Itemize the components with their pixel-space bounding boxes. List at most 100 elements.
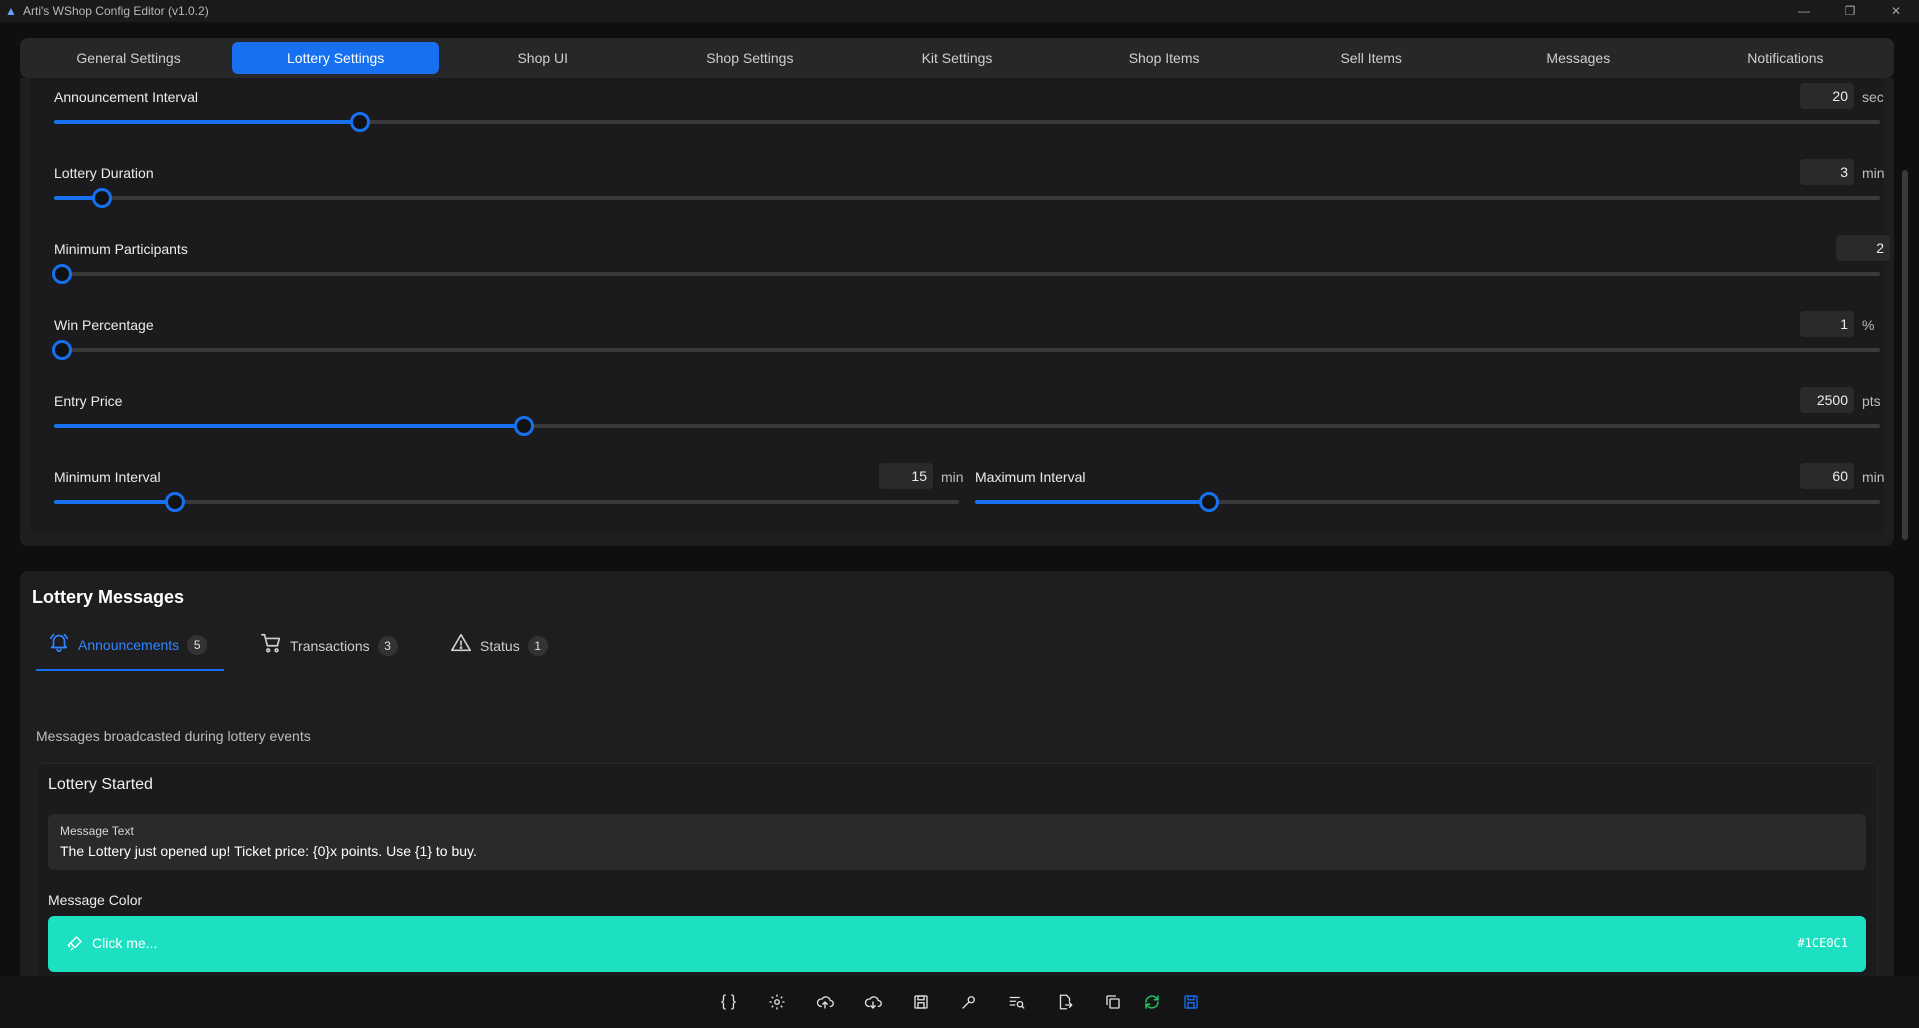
win-percentage-unit: % [1862, 317, 1875, 333]
save-button[interactable] [1167, 984, 1215, 1020]
entry-price-input[interactable]: 2500 [1800, 387, 1854, 413]
upload-cloud-icon [816, 996, 834, 1009]
minimum-interval-unit: min [941, 469, 964, 485]
win-percentage-input[interactable]: 1 [1800, 311, 1854, 337]
entry-price-thumb[interactable] [513, 416, 534, 436]
announcements-count-badge: 5 [187, 635, 208, 655]
lottery-duration-unit: min [1862, 165, 1885, 181]
color-picker-label: Click me... [92, 935, 158, 951]
bell-icon [48, 631, 70, 659]
window-controls: — ❐ ✕ [1781, 0, 1919, 22]
restore-button[interactable]: ❐ [1827, 0, 1873, 22]
tab-messages[interactable]: Messages [1475, 42, 1682, 74]
subtab-announcements[interactable]: Announcements 5 [36, 621, 224, 671]
announcement-interval-input[interactable]: 20 [1800, 83, 1854, 109]
minimum-interval-fill [54, 500, 168, 504]
maximum-interval-label: Maximum Interval [975, 469, 1086, 485]
main-tab-bar: General Settings Lottery Settings Shop U… [20, 38, 1894, 78]
lottery-duration-track[interactable] [54, 188, 1880, 208]
download-cloud-icon [864, 996, 882, 1009]
entry-price-label: Entry Price [54, 393, 123, 409]
brush-icon [66, 934, 84, 957]
export-file-button[interactable] [1041, 984, 1089, 1020]
minimum-participants-input[interactable]: 2 [1836, 235, 1890, 261]
minimum-interval-label: Minimum Interval [54, 469, 161, 485]
window-title: Arti's WShop Config Editor (v1.0.2) [23, 4, 209, 18]
export-file-icon [1059, 994, 1073, 1010]
entry-price-track[interactable] [54, 416, 1880, 436]
json-button[interactable]: { } [705, 984, 753, 1020]
minimize-button[interactable]: — [1781, 0, 1827, 22]
close-button[interactable]: ✕ [1873, 0, 1919, 22]
tab-kit-settings[interactable]: Kit Settings [853, 42, 1060, 74]
message-text-field[interactable]: Message Text The Lottery just opened up!… [48, 814, 1866, 870]
gear-icon [769, 994, 784, 1010]
message-text-value: The Lottery just opened up! Ticket price… [60, 843, 477, 859]
lottery-settings-panel: Announcement Interval 20 sec Lottery Dur… [20, 78, 1894, 546]
search-list-icon [1009, 996, 1024, 1009]
tab-sell-items[interactable]: Sell Items [1268, 42, 1475, 74]
tab-shop-ui[interactable]: Shop UI [439, 42, 646, 74]
subtab-announcements-label: Announcements [78, 637, 180, 653]
minimum-interval-thumb[interactable] [165, 492, 186, 512]
refresh-button[interactable] [1137, 984, 1167, 1020]
save-icon [1183, 995, 1198, 1009]
subtab-status-label: Status [480, 638, 520, 654]
tab-general-settings[interactable]: General Settings [25, 42, 232, 74]
color-picker-button[interactable]: Click me... #1CE0C1 [48, 916, 1866, 972]
lottery-duration-fill [54, 196, 95, 200]
win-percentage-track[interactable] [52, 340, 1880, 360]
search-list-button[interactable] [993, 984, 1041, 1020]
save-file-icon [913, 995, 928, 1009]
minimum-participants-thumb[interactable] [52, 264, 72, 284]
copy-button[interactable] [1089, 984, 1137, 1020]
wrench-icon [961, 996, 975, 1009]
entry-price-fill [54, 424, 516, 428]
save-file-button[interactable] [897, 984, 945, 1020]
subtab-transactions[interactable]: Transactions 3 [260, 621, 398, 671]
message-color-label: Message Color [48, 892, 143, 908]
announcement-interval-track[interactable] [54, 112, 1880, 132]
minimum-interval-input[interactable]: 15 [879, 463, 933, 489]
tools-button[interactable] [945, 984, 993, 1020]
title-bar: ▲ Arti's WShop Config Editor (v1.0.2) — … [0, 0, 1919, 22]
status-count-badge: 1 [527, 636, 548, 656]
message-text-label: Message Text [60, 824, 134, 838]
color-hex-value: #1CE0C1 [1797, 936, 1848, 950]
win-percentage-label: Win Percentage [54, 317, 154, 333]
lottery-duration-input[interactable]: 3 [1800, 159, 1854, 185]
announcement-interval-thumb[interactable] [349, 112, 370, 132]
vertical-scrollbar[interactable] [1902, 170, 1908, 540]
maximum-interval-thumb[interactable] [1199, 492, 1220, 512]
slider-group: Announcement Interval 20 sec Lottery Dur… [30, 78, 1890, 534]
minimum-participants-label: Minimum Participants [54, 241, 188, 257]
json-icon: { } [720, 993, 737, 1010]
tab-shop-settings[interactable]: Shop Settings [646, 42, 853, 74]
tab-shop-items[interactable]: Shop Items [1061, 42, 1268, 74]
minimum-participants-track[interactable] [52, 264, 1880, 284]
message-card: Lottery Started Message Text The Lottery… [36, 763, 1878, 976]
warning-icon [450, 632, 472, 660]
lottery-messages-title: Lottery Messages [32, 587, 185, 607]
maximum-interval-input[interactable]: 60 [1800, 463, 1854, 489]
maximum-interval-fill [975, 500, 1202, 504]
transactions-count-badge: 3 [377, 636, 398, 656]
minimum-interval-track[interactable] [54, 492, 959, 512]
messages-description: Messages broadcasted during lottery even… [36, 728, 311, 744]
entry-price-unit: pts [1862, 393, 1881, 409]
cart-icon [260, 632, 282, 660]
tab-notifications[interactable]: Notifications [1682, 42, 1889, 74]
win-percentage-thumb[interactable] [52, 340, 72, 360]
upload-button[interactable] [801, 984, 849, 1020]
settings-button[interactable] [753, 984, 801, 1020]
maximum-interval-track[interactable] [975, 492, 1880, 512]
lottery-messages-panel: Lottery Messages Announcements 5 Transac… [20, 571, 1894, 976]
lottery-duration-label: Lottery Duration [54, 165, 154, 181]
announcement-interval-label: Announcement Interval [54, 89, 198, 105]
tab-lottery-settings[interactable]: Lottery Settings [232, 42, 440, 74]
download-button[interactable] [849, 984, 897, 1020]
app-logo-icon: ▲ [5, 4, 17, 18]
lottery-duration-thumb[interactable] [92, 188, 113, 208]
announcement-interval-unit: sec [1862, 89, 1884, 105]
subtab-status[interactable]: Status 1 [450, 621, 548, 671]
